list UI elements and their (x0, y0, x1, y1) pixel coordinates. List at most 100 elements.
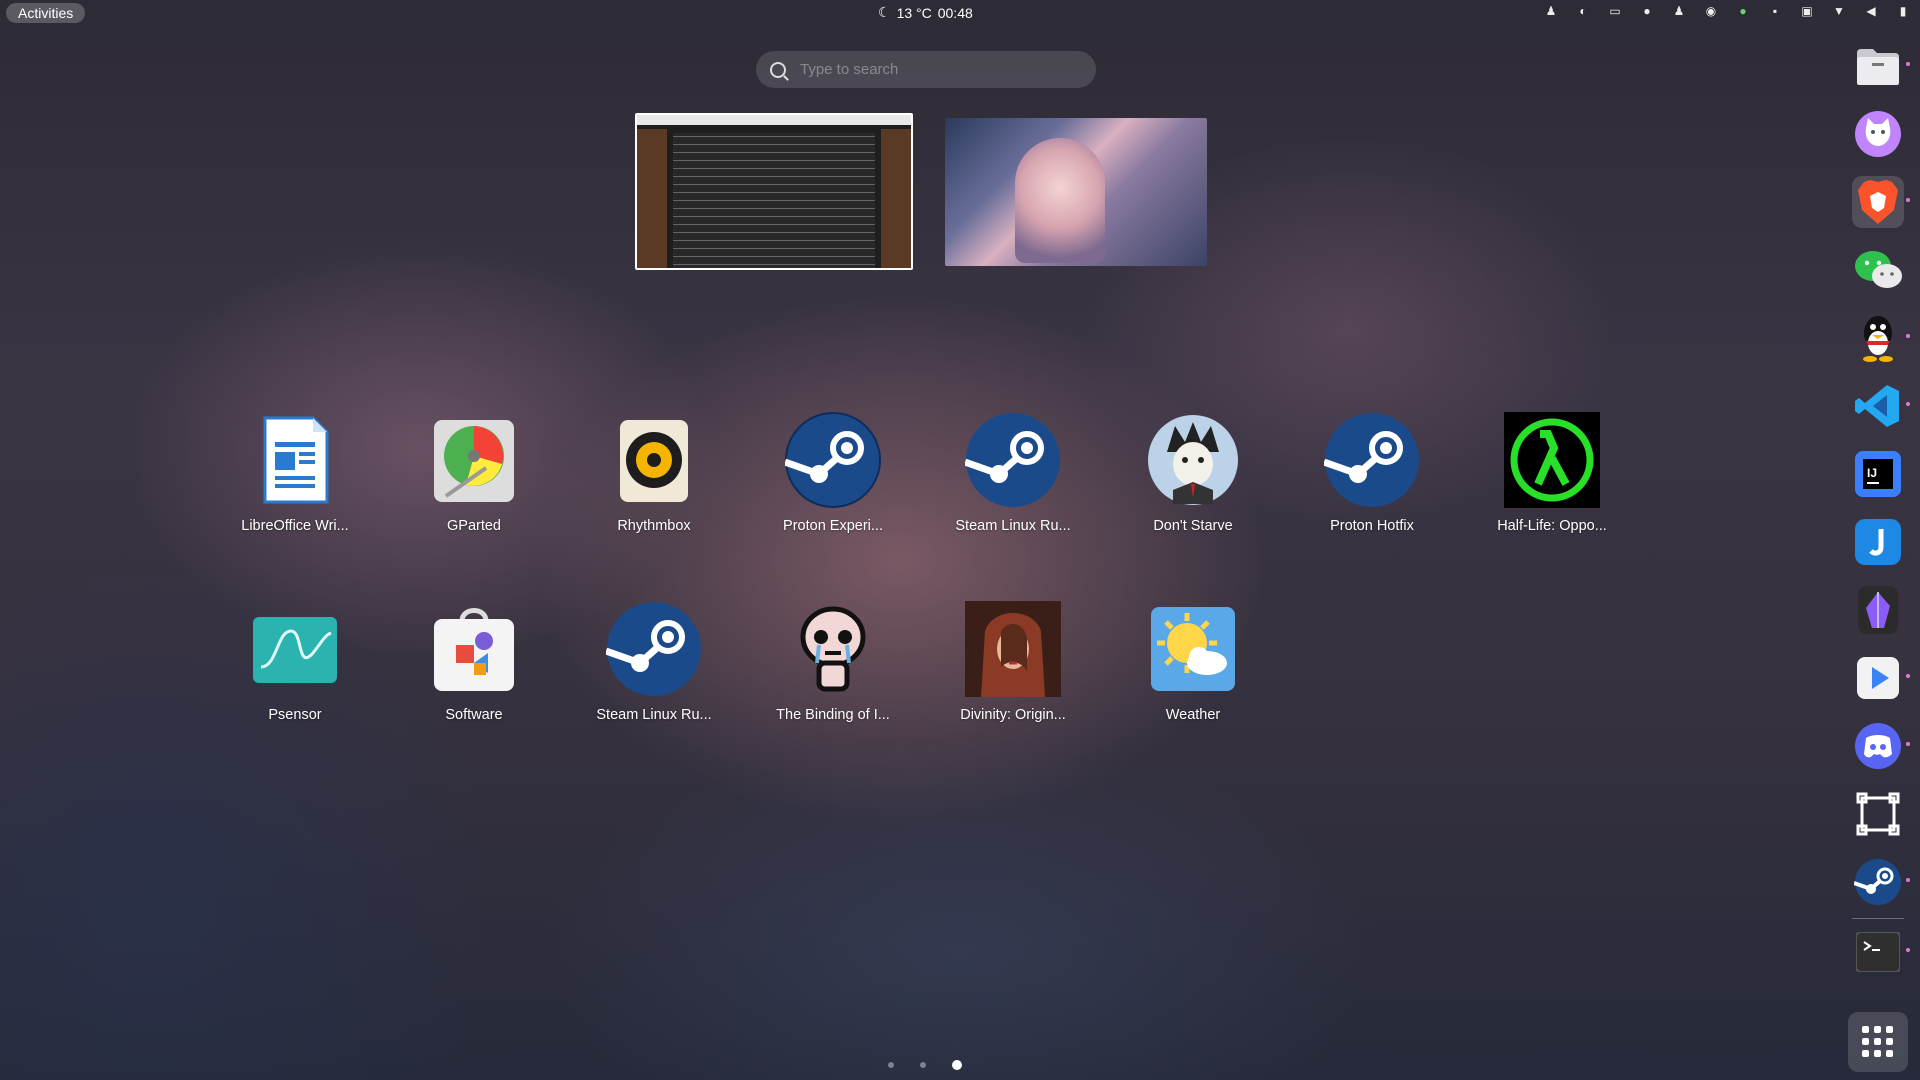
keyboard-icon[interactable]: ▭ (1608, 4, 1622, 18)
app-label: Rhythmbox (617, 518, 691, 534)
app-steam-linux-runtime-2[interactable]: Steam Linux Ru... (579, 601, 729, 723)
page-dot-3-current[interactable] (952, 1060, 962, 1070)
app-divinity-original-sin[interactable]: Divinity: Origin... (938, 601, 1088, 723)
video-player-icon (1857, 657, 1899, 699)
libreoffice-writer-icon (247, 412, 343, 508)
dock-steam[interactable] (1852, 856, 1910, 908)
dock-video-player[interactable] (1852, 652, 1910, 704)
psensor-icon (247, 601, 343, 697)
dock-jetbrains-toolbox[interactable] (1852, 516, 1904, 568)
wechat-icon (1855, 251, 1902, 288)
weather-icon (1145, 601, 1241, 697)
cat-app-icon (1855, 111, 1901, 157)
app-gparted[interactable]: GParted (399, 412, 549, 534)
terminal-window-thumbnail[interactable] (635, 113, 913, 270)
anime-wallpaper-window-thumbnail[interactable] (945, 118, 1207, 266)
dock-brave[interactable] (1852, 176, 1910, 228)
app-libreoffice-writer[interactable]: LibreOffice Wri... (220, 412, 370, 534)
app-label: Weather (1165, 707, 1221, 723)
gparted-icon (426, 412, 522, 508)
dock-discord[interactable] (1852, 720, 1910, 772)
clipboard-icon[interactable]: ▣ (1800, 4, 1814, 18)
temperature-label: 13 °C (896, 4, 932, 21)
app-label: Proton Experi... (783, 518, 883, 534)
green-status-icon[interactable]: ● (1736, 4, 1750, 18)
dock: IJ (1840, 32, 1920, 1080)
window-text-content (673, 133, 875, 268)
app-binding-of-isaac[interactable]: The Binding of I... (758, 601, 908, 723)
show-apps-button[interactable] (1848, 1012, 1908, 1072)
app-label: Don't Starve (1153, 518, 1233, 534)
app-weather[interactable]: Weather (1118, 601, 1268, 723)
search-input[interactable] (798, 60, 1082, 79)
dock-qq[interactable] (1852, 312, 1910, 364)
dock-terminal[interactable] (1852, 926, 1910, 978)
dont-starve-icon (1145, 412, 1241, 508)
steam-icon (604, 601, 702, 697)
steam-icon (783, 412, 881, 508)
dock-intellij[interactable]: IJ (1852, 448, 1904, 500)
dock-obsidian[interactable] (1852, 584, 1904, 636)
window-sidebar-left (637, 129, 667, 268)
dock-screenshot-tool[interactable] (1852, 788, 1904, 840)
discord-tray-icon[interactable]: ◉ (1704, 4, 1718, 18)
search-icon (770, 61, 786, 78)
app-psensor[interactable]: Psensor (220, 601, 370, 723)
app-label: Steam Linux Ru... (596, 707, 712, 723)
jetbrains-toolbox-icon (1855, 519, 1901, 565)
dock-separator (1852, 918, 1904, 919)
steam-icon (1854, 859, 1901, 905)
moon-icon: ☾ (878, 4, 891, 20)
battery-icon[interactable]: ▮ (1896, 4, 1910, 18)
screenshot-tool-icon (1856, 792, 1900, 836)
qq-tray-icon[interactable]: ♟ (1544, 4, 1558, 18)
terminal-icon (1856, 932, 1900, 972)
steam-tray-icon[interactable]: ◐ (1576, 4, 1590, 18)
search-bar[interactable] (756, 51, 1096, 88)
qq-icon (1863, 316, 1893, 362)
dock-vscode[interactable] (1852, 380, 1910, 432)
app-steam-linux-runtime[interactable]: Steam Linux Ru... (938, 412, 1088, 534)
page-dot-1[interactable] (888, 1062, 894, 1068)
brave-icon (1858, 180, 1898, 224)
window-sidebar-right (881, 129, 911, 268)
files-icon (1857, 49, 1899, 85)
activities-button[interactable]: Activities (6, 3, 86, 23)
volume-icon[interactable]: ◀ (1864, 4, 1878, 18)
app-label: LibreOffice Wri... (241, 518, 349, 534)
clock-button[interactable]: ☾ 13 °C 00:48 (878, 4, 973, 21)
app-half-life-opposing-force[interactable]: Half-Life: Oppo... (1477, 412, 1627, 534)
page-indicator (888, 1060, 962, 1070)
dock-cat-app[interactable] (1852, 108, 1904, 160)
app-software[interactable]: Software (399, 601, 549, 723)
app-label: Software (445, 707, 503, 723)
half-life-icon (1504, 412, 1600, 508)
binding-of-isaac-icon (785, 601, 881, 697)
steam-icon (1322, 412, 1420, 508)
app-label: Psensor (268, 707, 322, 723)
box-icon[interactable]: ▪ (1768, 4, 1782, 18)
dock-wechat[interactable] (1852, 244, 1904, 296)
time-label: 00:48 (937, 4, 973, 21)
app-label: Half-Life: Oppo... (1497, 518, 1607, 534)
app-label: GParted (447, 518, 501, 534)
app-label: Divinity: Origin... (960, 707, 1066, 723)
obsidian-icon (1858, 586, 1898, 634)
app-proton-experimental[interactable]: Proton Experi... (758, 412, 908, 534)
window-titlebar (637, 115, 911, 125)
app-label: The Binding of I... (776, 707, 890, 723)
anime-character-image (1015, 138, 1105, 263)
qq-tray-icon-2[interactable]: ♟ (1672, 4, 1686, 18)
app-grid-icon (1862, 1026, 1893, 1057)
page-dot-2[interactable] (920, 1062, 926, 1068)
divinity-icon (965, 601, 1061, 697)
dock-files[interactable] (1852, 40, 1910, 92)
app-dont-starve[interactable]: Don't Starve (1118, 412, 1268, 534)
wechat-tray-icon[interactable]: ● (1640, 4, 1654, 18)
app-label: Proton Hotfix (1330, 518, 1414, 534)
rhythmbox-icon (606, 412, 702, 508)
app-proton-hotfix[interactable]: Proton Hotfix (1297, 412, 1447, 534)
discord-icon (1855, 723, 1901, 769)
app-rhythmbox[interactable]: Rhythmbox (579, 412, 729, 534)
wifi-icon[interactable]: ▼ (1832, 4, 1846, 18)
